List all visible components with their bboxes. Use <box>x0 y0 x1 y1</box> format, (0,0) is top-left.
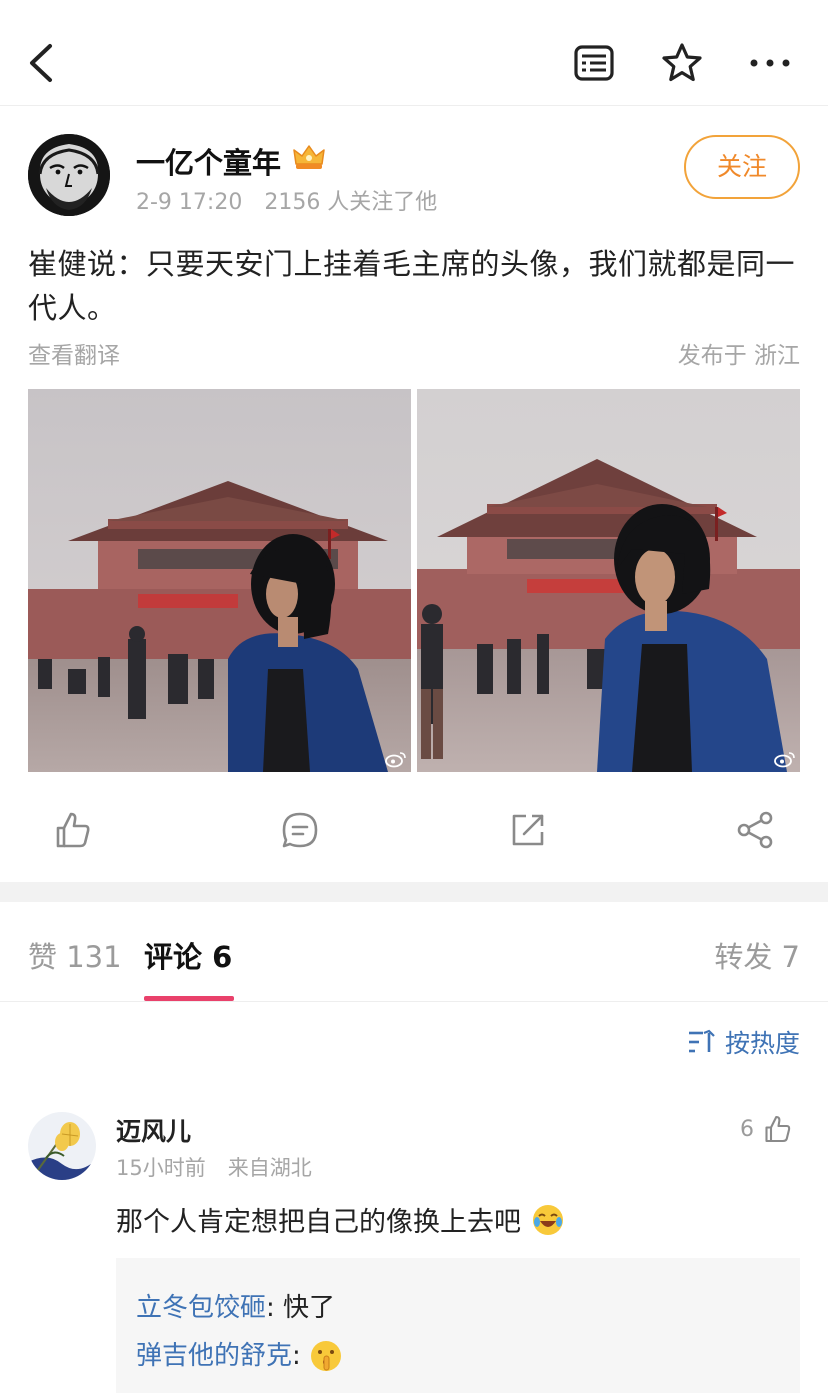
commenter-avatar[interactable] <box>28 1112 96 1180</box>
comment-meta: 15小时前 来自湖北 <box>116 1152 312 1182</box>
author-meta: 2-9 17:20 2156 人关注了他 <box>136 184 437 216</box>
post-image[interactable] <box>28 389 411 772</box>
post-image[interactable] <box>417 389 800 772</box>
section-divider <box>0 882 828 902</box>
reply-item: 立冬包饺砸: 快了 <box>136 1284 780 1332</box>
author-avatar[interactable] <box>28 134 110 216</box>
post-action-bar <box>0 790 828 870</box>
comment-item: 迈风儿 15小时前 来自湖北 6 那个人肯定想把自己的像换上去吧 立冬包饺砸: 快… <box>0 1100 828 1393</box>
reply-item: 弹吉他的舒克: <box>136 1332 780 1380</box>
thumbs-up-icon[interactable] <box>52 810 92 850</box>
translate-link[interactable]: 查看翻译 <box>28 336 120 370</box>
post-location: 发布于 浙江 <box>677 343 800 369</box>
feedback-tabs: 赞 131 评论 6 转发 7 <box>0 902 828 1002</box>
top-bar <box>0 0 828 106</box>
post-time: 2-9 17:20 <box>136 190 243 215</box>
shush-emoji <box>310 1341 341 1371</box>
weibo-watermark-icon <box>385 752 406 768</box>
sort-icon <box>688 1029 715 1053</box>
sort-label: 按热度 <box>724 1029 800 1058</box>
comment-like-button[interactable]: 6 <box>740 1114 792 1144</box>
tab-likes[interactable]: 赞 131 <box>28 934 122 976</box>
sort-toggle[interactable]: 按热度 <box>687 1024 800 1060</box>
author-header: 一亿个童年 2-9 17:20 2156 人关注了他 关注 <box>0 106 828 226</box>
author-name[interactable]: 一亿个童年 <box>136 140 281 182</box>
tab-comments[interactable]: 评论 6 <box>144 934 232 976</box>
comment-text: 那个人肯定想把自己的像换上去吧 <box>116 1200 565 1239</box>
laughing-crying-emoji <box>533 1204 563 1235</box>
reply-author[interactable]: 立冬包饺砸 <box>136 1284 266 1332</box>
reader-mode-icon[interactable] <box>572 43 616 83</box>
comment-like-count: 6 <box>740 1116 754 1142</box>
active-tab-indicator <box>144 996 234 1001</box>
share-icon[interactable] <box>736 810 776 850</box>
tab-reposts[interactable]: 转发 7 <box>714 934 800 976</box>
comment-icon[interactable] <box>280 810 320 850</box>
post-text: 崔健说：只要天安门上挂着毛主席的头像，我们就都是同一代人。 <box>28 247 796 325</box>
comment-location: 来自湖北 <box>227 1156 312 1180</box>
commenter-name[interactable]: 迈风儿 <box>116 1112 191 1148</box>
thumbs-up-icon <box>765 1115 791 1143</box>
reply-author[interactable]: 弹吉他的舒克 <box>136 1332 292 1380</box>
follow-button[interactable]: 关注 <box>684 135 800 199</box>
star-icon[interactable] <box>660 41 704 85</box>
comment-body: 那个人肯定想把自己的像换上去吧 <box>116 1207 521 1238</box>
reply-text: : 快了 <box>266 1293 336 1323</box>
follower-count: 2156 人关注了他 <box>264 190 438 215</box>
more-dots-icon[interactable] <box>746 50 794 76</box>
reply-text: : <box>292 1341 301 1371</box>
repost-icon[interactable] <box>508 810 548 850</box>
chevron-left-icon[interactable] <box>22 40 62 86</box>
crown-vip-icon <box>293 145 325 169</box>
reply-preview[interactable]: 立冬包饺砸: 快了 弹吉他的舒克: <box>116 1258 800 1393</box>
comment-time: 15小时前 <box>116 1156 206 1180</box>
weibo-watermark-icon <box>774 752 795 768</box>
